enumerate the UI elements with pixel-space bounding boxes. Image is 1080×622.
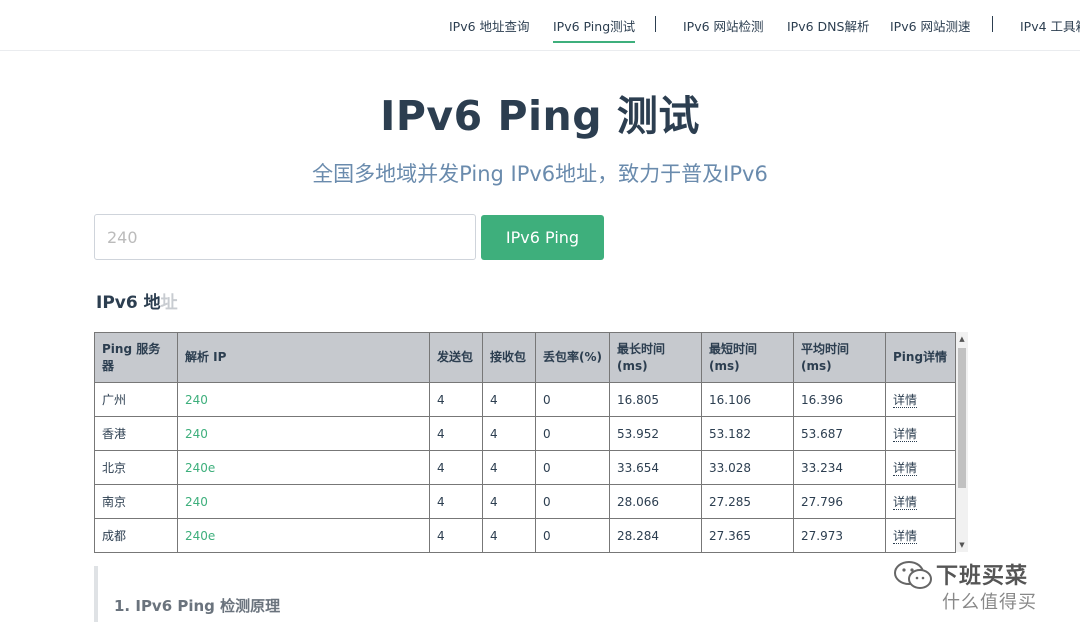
results-section-title-text: IPv6 地 [96, 293, 161, 313]
results-table-container: Ping 服务器 解析 IP 发送包 接收包 丢包率(%) 最长时间(ms) 最… [94, 332, 968, 553]
nav-ipv6-address-lookup[interactable]: IPv6 地址查询 [449, 16, 530, 35]
table-scrollbar[interactable]: ▲ ▼ [956, 332, 968, 552]
results-section-title: IPv6 地址 [96, 288, 178, 313]
detail-link[interactable]: 详情 [893, 529, 918, 544]
detail-link[interactable]: 详情 [893, 461, 918, 476]
watermark-site: 什么值得买 [942, 592, 1037, 613]
detail-link[interactable]: 详情 [893, 427, 918, 442]
cell-server: 广州 [94, 382, 178, 417]
table-header-row: Ping 服务器 解析 IP 发送包 接收包 丢包率(%) 最长时间(ms) 最… [94, 332, 956, 383]
header-max-time: 最长时间(ms) [609, 332, 702, 383]
table-row: 北京 240e 4 4 0 33.654 33.028 33.234 详情 [94, 450, 956, 485]
cell-ip: 240 [177, 416, 430, 451]
table-row: 广州 240 4 4 0 16.805 16.106 16.396 详情 [94, 382, 956, 417]
cell-server: 香港 [94, 416, 178, 451]
cell-loss: 0 [535, 416, 610, 451]
header-min-time: 最短时间(ms) [701, 332, 794, 383]
header-ping-detail: Ping详情 [885, 332, 956, 383]
ipv6-ping-button[interactable]: IPv6 Ping [481, 215, 604, 260]
header-resolved-ip: 解析 IP [177, 332, 430, 383]
cell-server: 成都 [94, 518, 178, 553]
table-row: 南京 240 4 4 0 28.066 27.285 27.796 详情 [94, 484, 956, 519]
detail-link[interactable]: 详情 [893, 495, 918, 510]
top-nav: IPv6 地址查询 IPv6 Ping测试 IPv6 网站检测 IPv6 DNS… [0, 0, 1080, 51]
cell-avg: 27.796 [793, 484, 886, 519]
scroll-thumb[interactable] [958, 348, 966, 488]
nav-ipv6-website-speed[interactable]: IPv6 网站测速 [890, 16, 971, 35]
wechat-icon [894, 561, 932, 589]
cell-sent: 4 [429, 382, 483, 417]
watermark: 下班买菜 什么值得买 [892, 558, 1080, 618]
detail-link[interactable]: 详情 [893, 393, 918, 408]
cell-received: 4 [482, 416, 536, 451]
nav-separator [655, 16, 656, 32]
ip-address-input[interactable] [94, 214, 476, 260]
cell-sent: 4 [429, 518, 483, 553]
cell-avg: 16.396 [793, 382, 886, 417]
cell-ip: 240e [177, 518, 430, 553]
page-subtitle: 全国多地域并发Ping IPv6地址，致力于普及IPv6 [312, 162, 768, 186]
cell-detail: 详情 [885, 450, 956, 485]
cell-detail: 详情 [885, 518, 956, 553]
cell-loss: 0 [535, 484, 610, 519]
page-title: IPv6 Ping 测试 [380, 92, 700, 140]
cell-received: 4 [482, 382, 536, 417]
results-section-title-faded: 址 [160, 293, 178, 313]
scroll-down-arrow-icon[interactable]: ▼ [956, 538, 968, 552]
cell-received: 4 [482, 450, 536, 485]
cell-max: 28.066 [609, 484, 702, 519]
nav-ipv4-toolbox[interactable]: IPv4 工具箱 [1020, 16, 1080, 35]
nav-separator [992, 16, 993, 32]
cell-detail: 详情 [885, 416, 956, 451]
cell-detail: 详情 [885, 382, 956, 417]
nav-ipv6-dns-resolve[interactable]: IPv6 DNS解析 [787, 16, 869, 35]
cell-min: 53.182 [701, 416, 794, 451]
table-row: 香港 240 4 4 0 53.952 53.182 53.687 详情 [94, 416, 956, 451]
cell-server: 北京 [94, 450, 178, 485]
cell-max: 53.952 [609, 416, 702, 451]
cell-loss: 0 [535, 518, 610, 553]
header-received-packets: 接收包 [482, 332, 536, 383]
cell-ip: 240 [177, 484, 430, 519]
cell-min: 16.106 [701, 382, 794, 417]
header-loss-rate: 丢包率(%) [535, 332, 610, 383]
nav-ipv6-website-check[interactable]: IPv6 网站检测 [683, 16, 764, 35]
scroll-up-arrow-icon[interactable]: ▲ [956, 332, 968, 346]
cell-max: 28.284 [609, 518, 702, 553]
cell-loss: 0 [535, 450, 610, 485]
principle-heading: 1. IPv6 Ping 检测原理 [114, 597, 281, 615]
cell-loss: 0 [535, 382, 610, 417]
cell-min: 33.028 [701, 450, 794, 485]
ping-results-table: Ping 服务器 解析 IP 发送包 接收包 丢包率(%) 最长时间(ms) 最… [94, 332, 956, 553]
cell-server: 南京 [94, 484, 178, 519]
cell-avg: 27.973 [793, 518, 886, 553]
cell-received: 4 [482, 484, 536, 519]
watermark-author: 下班买菜 [936, 564, 1029, 589]
cell-max: 16.805 [609, 382, 702, 417]
cell-max: 33.654 [609, 450, 702, 485]
cell-detail: 详情 [885, 484, 956, 519]
principle-block: 1. IPv6 Ping 检测原理 [94, 566, 958, 622]
cell-min: 27.285 [701, 484, 794, 519]
cell-received: 4 [482, 518, 536, 553]
cell-ip: 240e [177, 450, 430, 485]
header-avg-time: 平均时间(ms) [793, 332, 886, 383]
cell-sent: 4 [429, 416, 483, 451]
nav-ipv6-ping-test[interactable]: IPv6 Ping测试 [553, 16, 636, 43]
cell-avg: 53.687 [793, 416, 886, 451]
header-sent-packets: 发送包 [429, 332, 483, 383]
header-ping-server: Ping 服务器 [94, 332, 178, 383]
cell-sent: 4 [429, 450, 483, 485]
cell-sent: 4 [429, 484, 483, 519]
cell-avg: 33.234 [793, 450, 886, 485]
table-row: 成都 240e 4 4 0 28.284 27.365 27.973 详情 [94, 518, 956, 553]
cell-min: 27.365 [701, 518, 794, 553]
cell-ip: 240 [177, 382, 430, 417]
